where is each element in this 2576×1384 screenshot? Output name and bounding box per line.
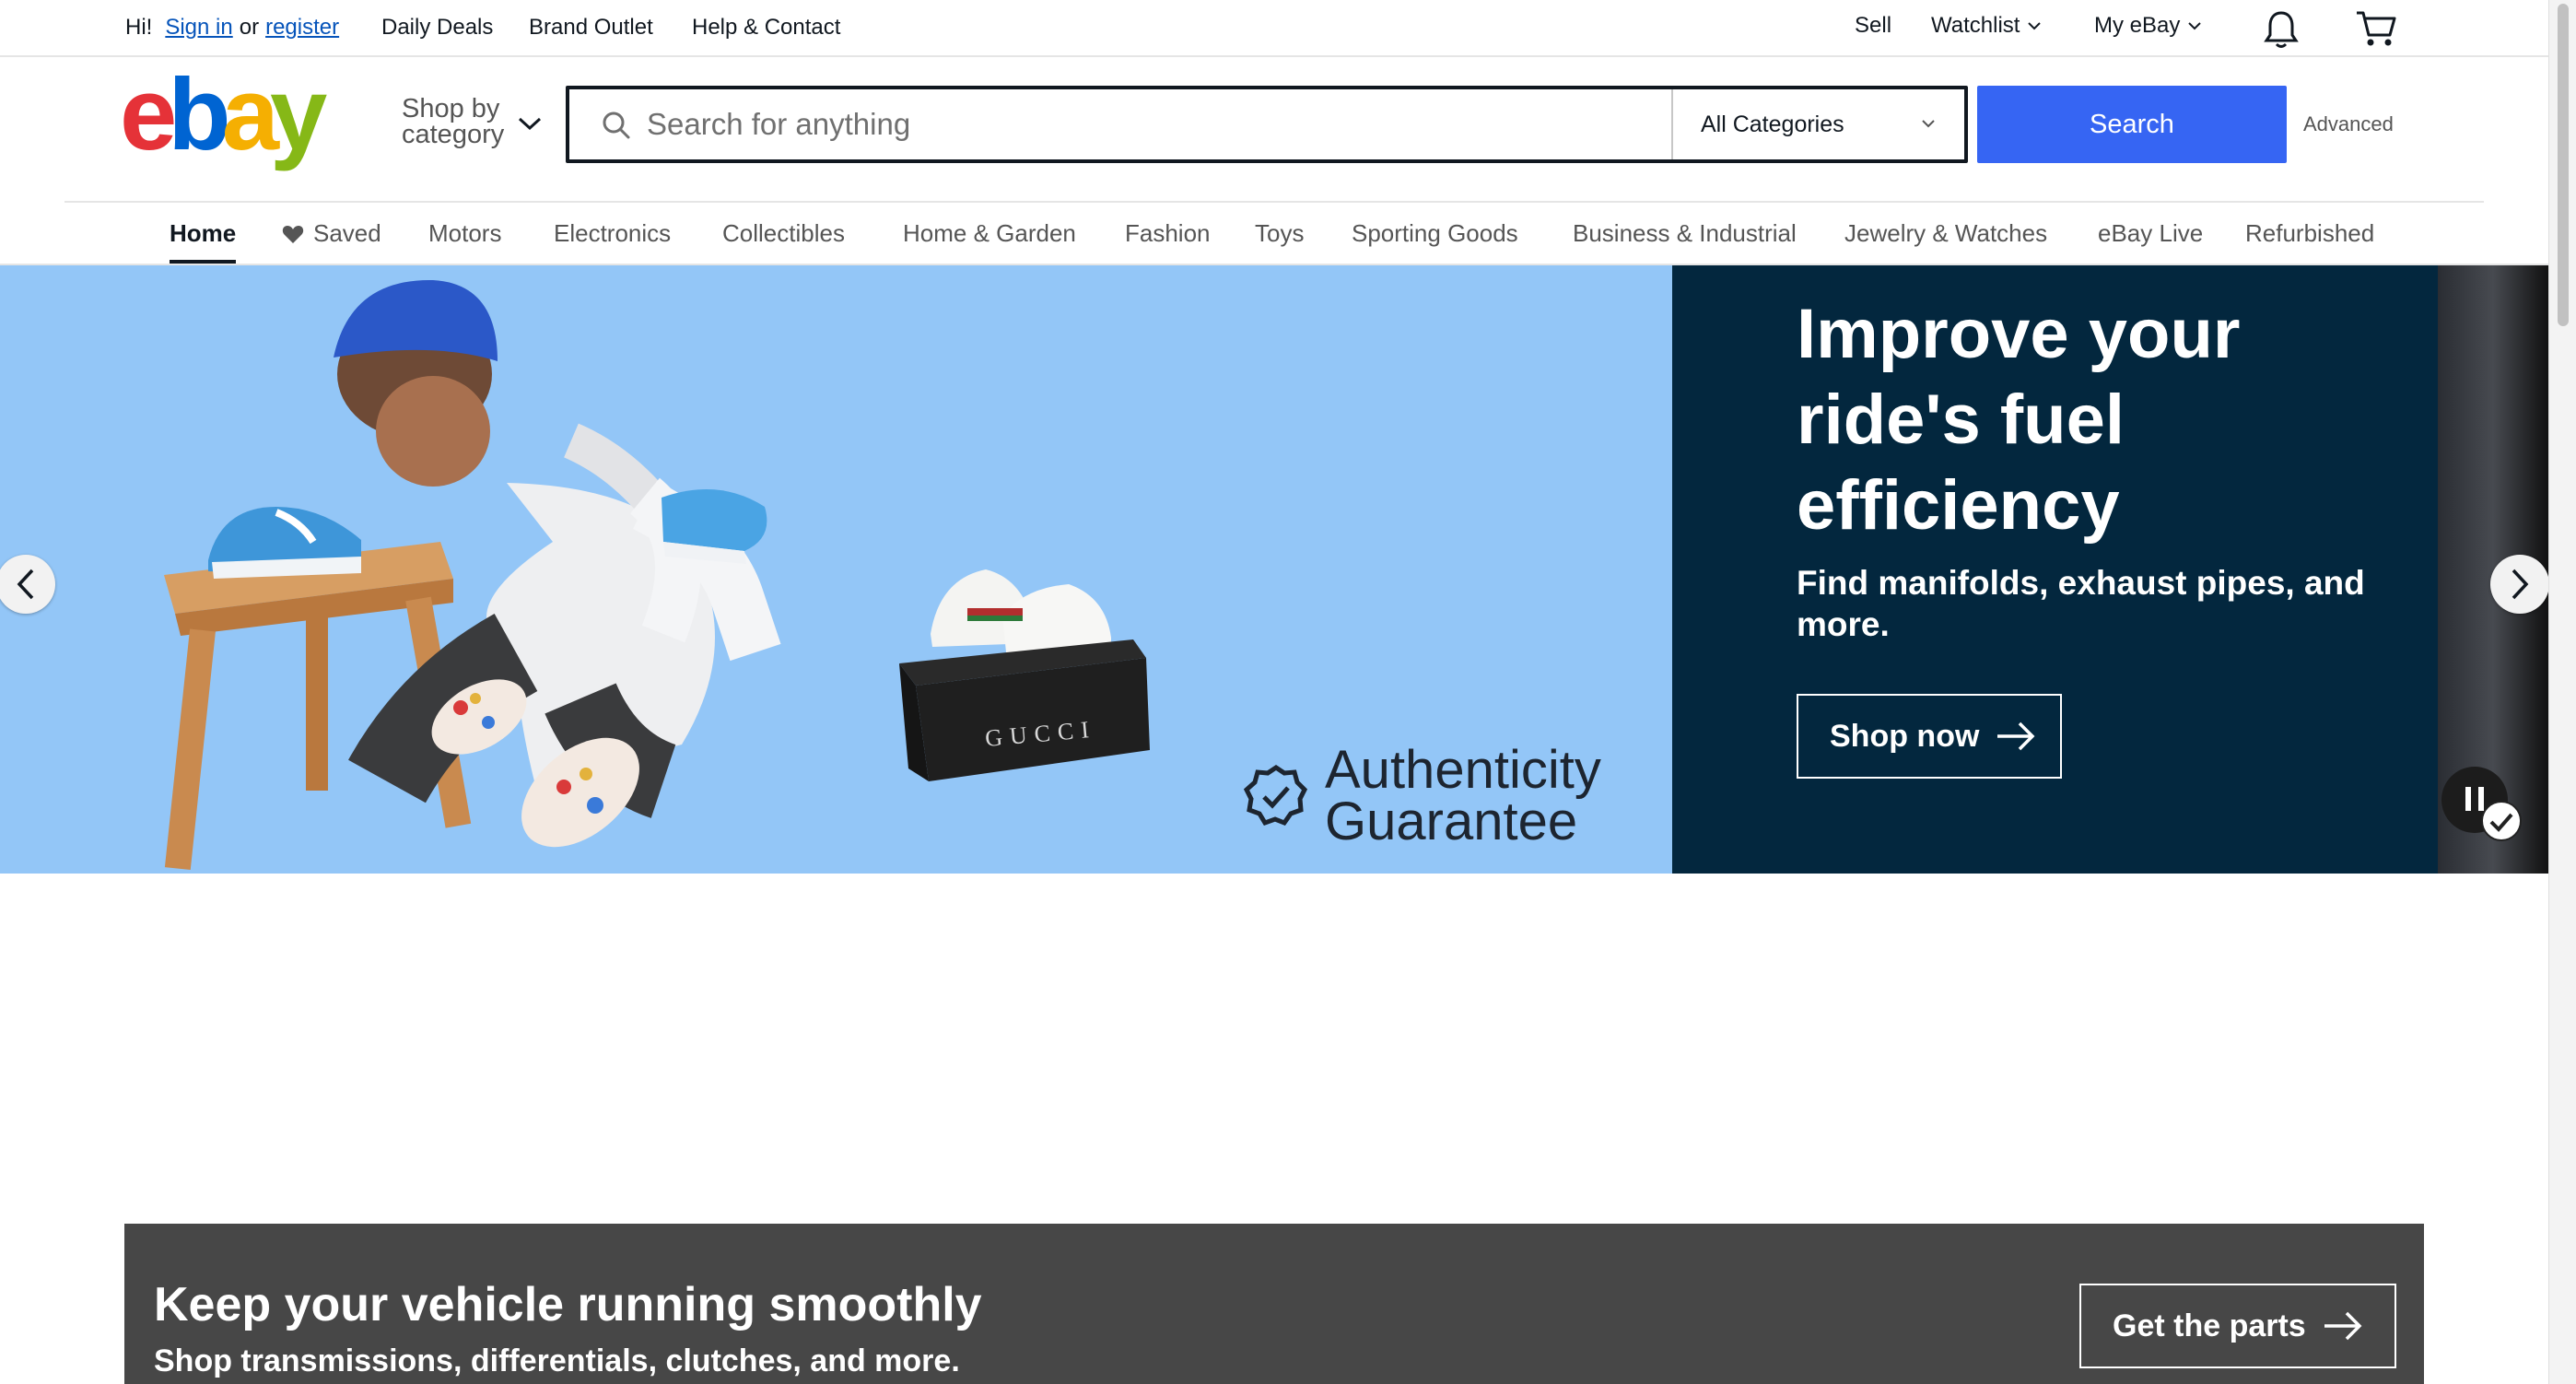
nav-item-fashion[interactable]: Fashion [1125, 219, 1211, 248]
or-text: or [239, 15, 260, 40]
shop-by-line2: category [402, 120, 505, 149]
ebay-logo[interactable]: ebay [120, 76, 341, 171]
shop-now-button[interactable]: Shop now [1797, 694, 2062, 779]
nav-item-refurbished[interactable]: Refurbished [2245, 219, 2374, 248]
nav-item-label: Toys [1255, 219, 1305, 247]
greeting-text: Hi! [125, 15, 153, 40]
nav-item-label: Home [170, 219, 237, 247]
nav-item-label: Collectibles [722, 219, 845, 247]
verified-check-icon [1244, 764, 1308, 827]
nav-item-jewelry-watches[interactable]: Jewelry & Watches [1844, 219, 2047, 248]
hero-headline: Improve your ride's fuel efficiency [1797, 295, 2241, 545]
arrow-right-icon [2324, 1311, 2362, 1341]
scrollbar-thumb[interactable] [2558, 4, 2569, 326]
nav-item-label: Motors [428, 219, 502, 247]
sell-link[interactable]: Sell [1855, 13, 1891, 39]
sign-in-link[interactable]: Sign in [165, 15, 232, 41]
shop-by-line1: Shop by [402, 94, 500, 123]
nav-item-saved[interactable]: Saved [282, 219, 381, 248]
help-contact-link[interactable]: Help & Contact [692, 15, 840, 41]
nav-item-label: Jewelry & Watches [1844, 219, 2048, 247]
shop-now-label: Shop now [1830, 718, 1980, 754]
carousel-next-button[interactable] [2490, 555, 2548, 614]
shop-by-category-button[interactable]: Shop by category [402, 94, 505, 149]
search-icon [603, 111, 630, 139]
chevron-down-icon [2028, 22, 2042, 30]
nav-item-label: Fashion [1125, 219, 1211, 247]
held-sneaker-illustration [662, 489, 767, 564]
white-sneakers-illustration [931, 569, 1111, 652]
hero-subtext: Find manifolds, exhaust pipes, and more. [1797, 564, 2365, 643]
svg-text:ebay: ebay [120, 76, 327, 171]
chevron-right-icon [2512, 569, 2529, 600]
page-scrollbar[interactable] [2548, 0, 2576, 1384]
chevron-down-icon[interactable] [516, 114, 544, 133]
nav-item-label: Home & Garden [903, 219, 1076, 247]
my-ebay-dropdown[interactable]: My eBay [2094, 13, 2204, 39]
chevron-down-icon [1922, 120, 1935, 128]
authenticity-guarantee-badge: Authenticity Guarantee [1244, 740, 1601, 851]
heart-icon [282, 225, 304, 243]
watchlist-label: Watchlist [1931, 13, 2020, 38]
advanced-search-link[interactable]: Advanced [2303, 112, 2394, 136]
logo-letter-y: y [270, 76, 327, 171]
logo-letter-e: e [120, 76, 174, 171]
nav-item-label: Refurbished [2245, 219, 2375, 247]
badge-line2: Guarantee [1325, 792, 1578, 851]
nav-item-label: Electronics [554, 219, 672, 247]
category-nav: Home Saved Motors Electronics Collectibl… [0, 203, 2548, 265]
nav-item-label: Sporting Goods [1352, 219, 1518, 247]
search-bar: All Categories [566, 86, 1968, 163]
daily-deals-link[interactable]: Daily Deals [381, 15, 493, 41]
category-select-value: All Categories [1701, 111, 1844, 137]
get-the-parts-button[interactable]: Get the parts [2079, 1284, 2396, 1368]
chevron-left-icon [17, 569, 34, 600]
nav-item-home[interactable]: Home [170, 219, 236, 248]
banner-subtitle: Shop transmissions, differentials, clutc… [154, 1343, 960, 1378]
nav-item-sporting-goods[interactable]: Sporting Goods [1352, 219, 1518, 248]
check-circle-icon [2481, 801, 2522, 841]
nav-item-label: Business & Industrial [1573, 219, 1797, 247]
badge-line1: Authenticity [1325, 740, 1601, 800]
arrow-right-icon [1997, 721, 2035, 751]
greeting: Hi! Sign in or register [125, 15, 339, 41]
nav-item-business-industrial[interactable]: Business & Industrial [1573, 219, 1797, 248]
nav-item-label: Saved [313, 219, 381, 247]
nav-item-motors[interactable]: Motors [428, 219, 501, 248]
nav-item-electronics[interactable]: Electronics [554, 219, 671, 248]
hero-carousel: GUCCI Authenticity Guarantee Improve you… [0, 265, 2548, 874]
search-input[interactable] [647, 89, 1568, 159]
chevron-down-icon [2188, 22, 2202, 30]
sell-label: Sell [1855, 13, 1892, 38]
brand-outlet-link[interactable]: Brand Outlet [529, 15, 653, 41]
nav-item-toys[interactable]: Toys [1255, 219, 1304, 248]
nav-item-collectibles[interactable]: Collectibles [722, 219, 845, 248]
banner-title: Keep your vehicle running smoothly [154, 1278, 982, 1331]
cart-icon[interactable] [2355, 9, 2397, 48]
nav-item-ebay-live[interactable]: eBay Live [2098, 219, 2203, 248]
blue-sneaker-illustration [208, 507, 361, 579]
top-utility-bar: Hi! Sign in or register Daily Deals Bran… [0, 0, 2548, 57]
register-link[interactable]: register [265, 15, 339, 41]
search-button[interactable]: Search [1977, 86, 2287, 163]
gift-box-illustration: GUCCI [899, 639, 1150, 781]
my-ebay-label: My eBay [2094, 13, 2181, 38]
get-parts-label: Get the parts [2113, 1308, 2306, 1343]
watchlist-dropdown[interactable]: Watchlist [1931, 13, 2043, 39]
category-select[interactable]: All Categories [1671, 89, 1964, 159]
active-tab-indicator [170, 260, 236, 264]
bell-icon[interactable] [2263, 9, 2300, 50]
vehicle-parts-banner: Keep your vehicle running smoothly Shop … [124, 1224, 2424, 1384]
logo-letter-b: b [168, 76, 227, 171]
nav-item-home-garden[interactable]: Home & Garden [903, 219, 1076, 248]
nav-item-label: eBay Live [2098, 219, 2204, 247]
